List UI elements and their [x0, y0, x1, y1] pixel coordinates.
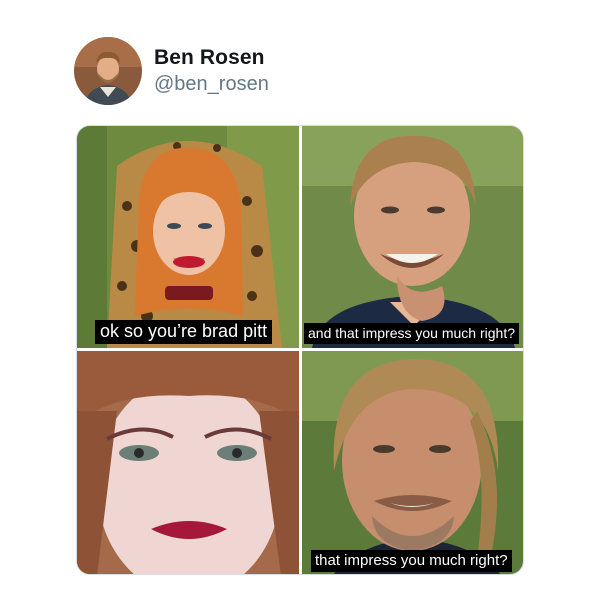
man-smiling-photo	[302, 126, 523, 348]
avatar[interactable]	[74, 37, 142, 105]
man-closeup-photo	[302, 351, 523, 574]
meme-caption: and that impress you much right?	[304, 322, 519, 344]
woman-closeup-photo	[77, 351, 299, 574]
meme-caption: ok so you’re brad pitt	[95, 320, 273, 344]
display-name[interactable]: Ben Rosen	[154, 46, 265, 70]
media-grid: ok so you’re brad pitt and that impress …	[76, 125, 524, 575]
woman-leopard-hood-photo	[77, 126, 299, 348]
meme-panel-1[interactable]: ok so you’re brad pitt	[77, 126, 299, 348]
meme-panel-3[interactable]	[77, 351, 299, 574]
meme-caption: that impress you much right?	[311, 549, 512, 572]
meme-panel-2[interactable]: and that impress you much right?	[302, 126, 523, 348]
avatar-photo	[74, 37, 142, 105]
tweet: Ben Rosen @ben_rosen ok so you’re brad p…	[0, 0, 599, 599]
user-handle[interactable]: @ben_rosen	[154, 73, 269, 96]
meme-panel-4[interactable]: that impress you much right?	[302, 351, 523, 574]
